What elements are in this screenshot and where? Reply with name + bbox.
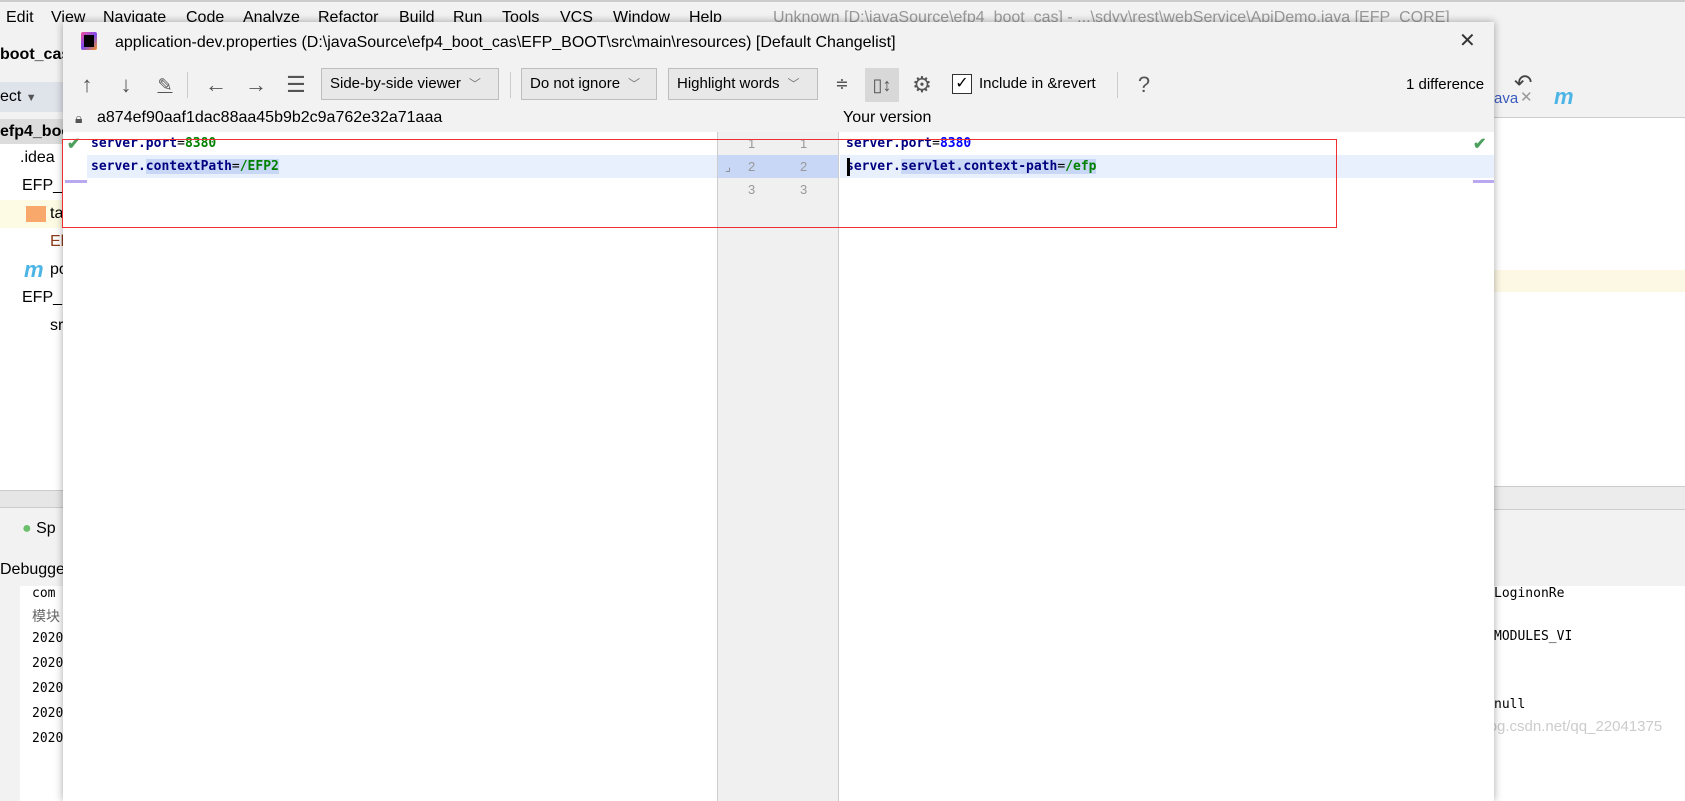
project-view-label: ect bbox=[0, 88, 22, 105]
console-line: 2020 bbox=[32, 681, 64, 696]
tree-root[interactable]: efp4_boo bbox=[0, 119, 71, 144]
viewer-select[interactable]: Side-by-side viewer ﹀ bbox=[321, 68, 499, 100]
folder-icon bbox=[26, 206, 46, 222]
divider bbox=[510, 72, 511, 98]
chevron-down-icon: ﹀ bbox=[787, 77, 800, 91]
edit-source-icon[interactable]: ✎ bbox=[153, 70, 177, 100]
divider bbox=[1117, 72, 1118, 98]
tree-item-idea[interactable]: .idea bbox=[0, 144, 63, 172]
console-line: 模块 bbox=[32, 608, 60, 624]
console-line: com bbox=[32, 586, 56, 601]
right-version: Your version bbox=[843, 109, 932, 126]
highlight-select-value: Highlight words bbox=[677, 75, 780, 92]
previous-difference-icon[interactable]: ↑ bbox=[75, 70, 99, 100]
tree-item-pom[interactable]: mpo bbox=[0, 256, 63, 284]
tree-item-target[interactable]: ta bbox=[0, 200, 63, 228]
editor-tabs: ava ✕ m bbox=[1494, 84, 1685, 118]
close-tab-icon[interactable]: ✕ bbox=[1520, 88, 1533, 106]
dialog-title: application-dev.properties (D:\javaSourc… bbox=[115, 34, 896, 51]
divider bbox=[187, 72, 188, 98]
settings-gear-icon[interactable]: ⚙ bbox=[909, 70, 935, 100]
console: com 模块 2020 2020 2020 2020 2020 bbox=[20, 586, 63, 801]
diff-toolbar: ↑ ↓ ✎ ← → ☰ Side-by-side viewer ﹀ Do not … bbox=[63, 62, 1494, 106]
difference-count: 1 difference bbox=[1406, 76, 1485, 93]
highlight-select[interactable]: Highlight words ﹀ bbox=[668, 68, 818, 100]
tree-blank bbox=[0, 340, 63, 490]
tree-item-efp-2[interactable]: EFP_ bbox=[0, 284, 63, 312]
console-line: LoginonRe bbox=[1494, 586, 1565, 601]
console-line: 2020 bbox=[32, 656, 64, 671]
spring-icon: ● bbox=[22, 520, 32, 537]
change-marker bbox=[1473, 180, 1494, 183]
panel-divider bbox=[0, 490, 63, 508]
dialog-title-bar: application-dev.properties (D:\javaSourc… bbox=[63, 22, 1494, 62]
project-name: boot_cas bbox=[0, 46, 71, 63]
compare-next-file-icon[interactable]: → bbox=[243, 70, 269, 100]
console-line: 2020 bbox=[32, 731, 64, 746]
include-checkbox[interactable]: ✓ bbox=[952, 74, 972, 94]
tree-item-efp-1[interactable]: EFP_ bbox=[0, 172, 63, 200]
project-panel: boot_cas ect ▼ efp4_boo .idea EFP_ ta El… bbox=[0, 34, 71, 801]
tree-item-src[interactable]: sr bbox=[0, 312, 63, 340]
annotation-box bbox=[62, 139, 1337, 228]
run-tab-label: Sp bbox=[36, 520, 56, 537]
menu-edit[interactable]: Edit bbox=[6, 9, 34, 27]
no-conflicts-check-icon: ✔ bbox=[1473, 136, 1487, 153]
synchronize-scrolling-icon[interactable]: ▯↕ bbox=[865, 68, 899, 102]
ignore-select-value: Do not ignore bbox=[530, 75, 621, 92]
viewer-select-value: Side-by-side viewer bbox=[330, 75, 461, 92]
console-line: null bbox=[1494, 697, 1526, 712]
collapse-unchanged-icon[interactable]: ≑ bbox=[829, 70, 855, 100]
line-number-gutter bbox=[717, 132, 839, 801]
help-button[interactable]: ? bbox=[1131, 70, 1157, 100]
chevron-down-icon: ﹀ bbox=[628, 77, 641, 91]
close-icon[interactable]: ✕ bbox=[1459, 28, 1476, 53]
debugger-tab[interactable]: Debugger bbox=[0, 561, 70, 579]
run-tab[interactable]: ● Sp bbox=[22, 520, 56, 538]
diff-header: 🔒︎ a874ef90aaf1dac88aa45b9b2c9a762e32a71… bbox=[63, 106, 1494, 132]
editor-right: ↶ ava ✕ m LoginonRe MODULES_VI null bbox=[1494, 34, 1685, 801]
file-list-icon[interactable]: ☰ bbox=[283, 70, 309, 100]
tree-item-label: po bbox=[50, 261, 63, 278]
diff-dialog: application-dev.properties (D:\javaSourc… bbox=[62, 22, 1494, 801]
tree-item-file[interactable]: El bbox=[0, 228, 63, 256]
project-view-selector[interactable]: ect ▼ bbox=[0, 82, 63, 112]
chevron-down-icon: ▼ bbox=[25, 92, 37, 104]
console-line: 2020 bbox=[32, 706, 64, 721]
lock-icon: 🔒︎ bbox=[75, 110, 83, 126]
console-line: 2020 bbox=[32, 631, 64, 646]
include-label[interactable]: Include in &revert bbox=[979, 75, 1096, 92]
maven-icon: m bbox=[1554, 84, 1574, 109]
panel-divider bbox=[1494, 486, 1685, 510]
ignore-select[interactable]: Do not ignore ﹀ bbox=[521, 68, 657, 100]
compare-previous-file-icon[interactable]: ← bbox=[203, 70, 229, 100]
chevron-down-icon: ﹀ bbox=[468, 77, 481, 91]
next-difference-icon[interactable]: ↓ bbox=[114, 70, 138, 100]
run-toolbar bbox=[1494, 510, 1685, 586]
current-line bbox=[1494, 270, 1685, 292]
editor-tab-label[interactable]: ava bbox=[1494, 90, 1518, 107]
intellij-logo-icon bbox=[81, 32, 97, 50]
maven-icon: m bbox=[24, 257, 44, 282]
left-revision: a874ef90aaf1dac88aa45b9b2c9a762e32a71aaa bbox=[97, 109, 443, 126]
console-line: MODULES_VI bbox=[1494, 629, 1573, 644]
